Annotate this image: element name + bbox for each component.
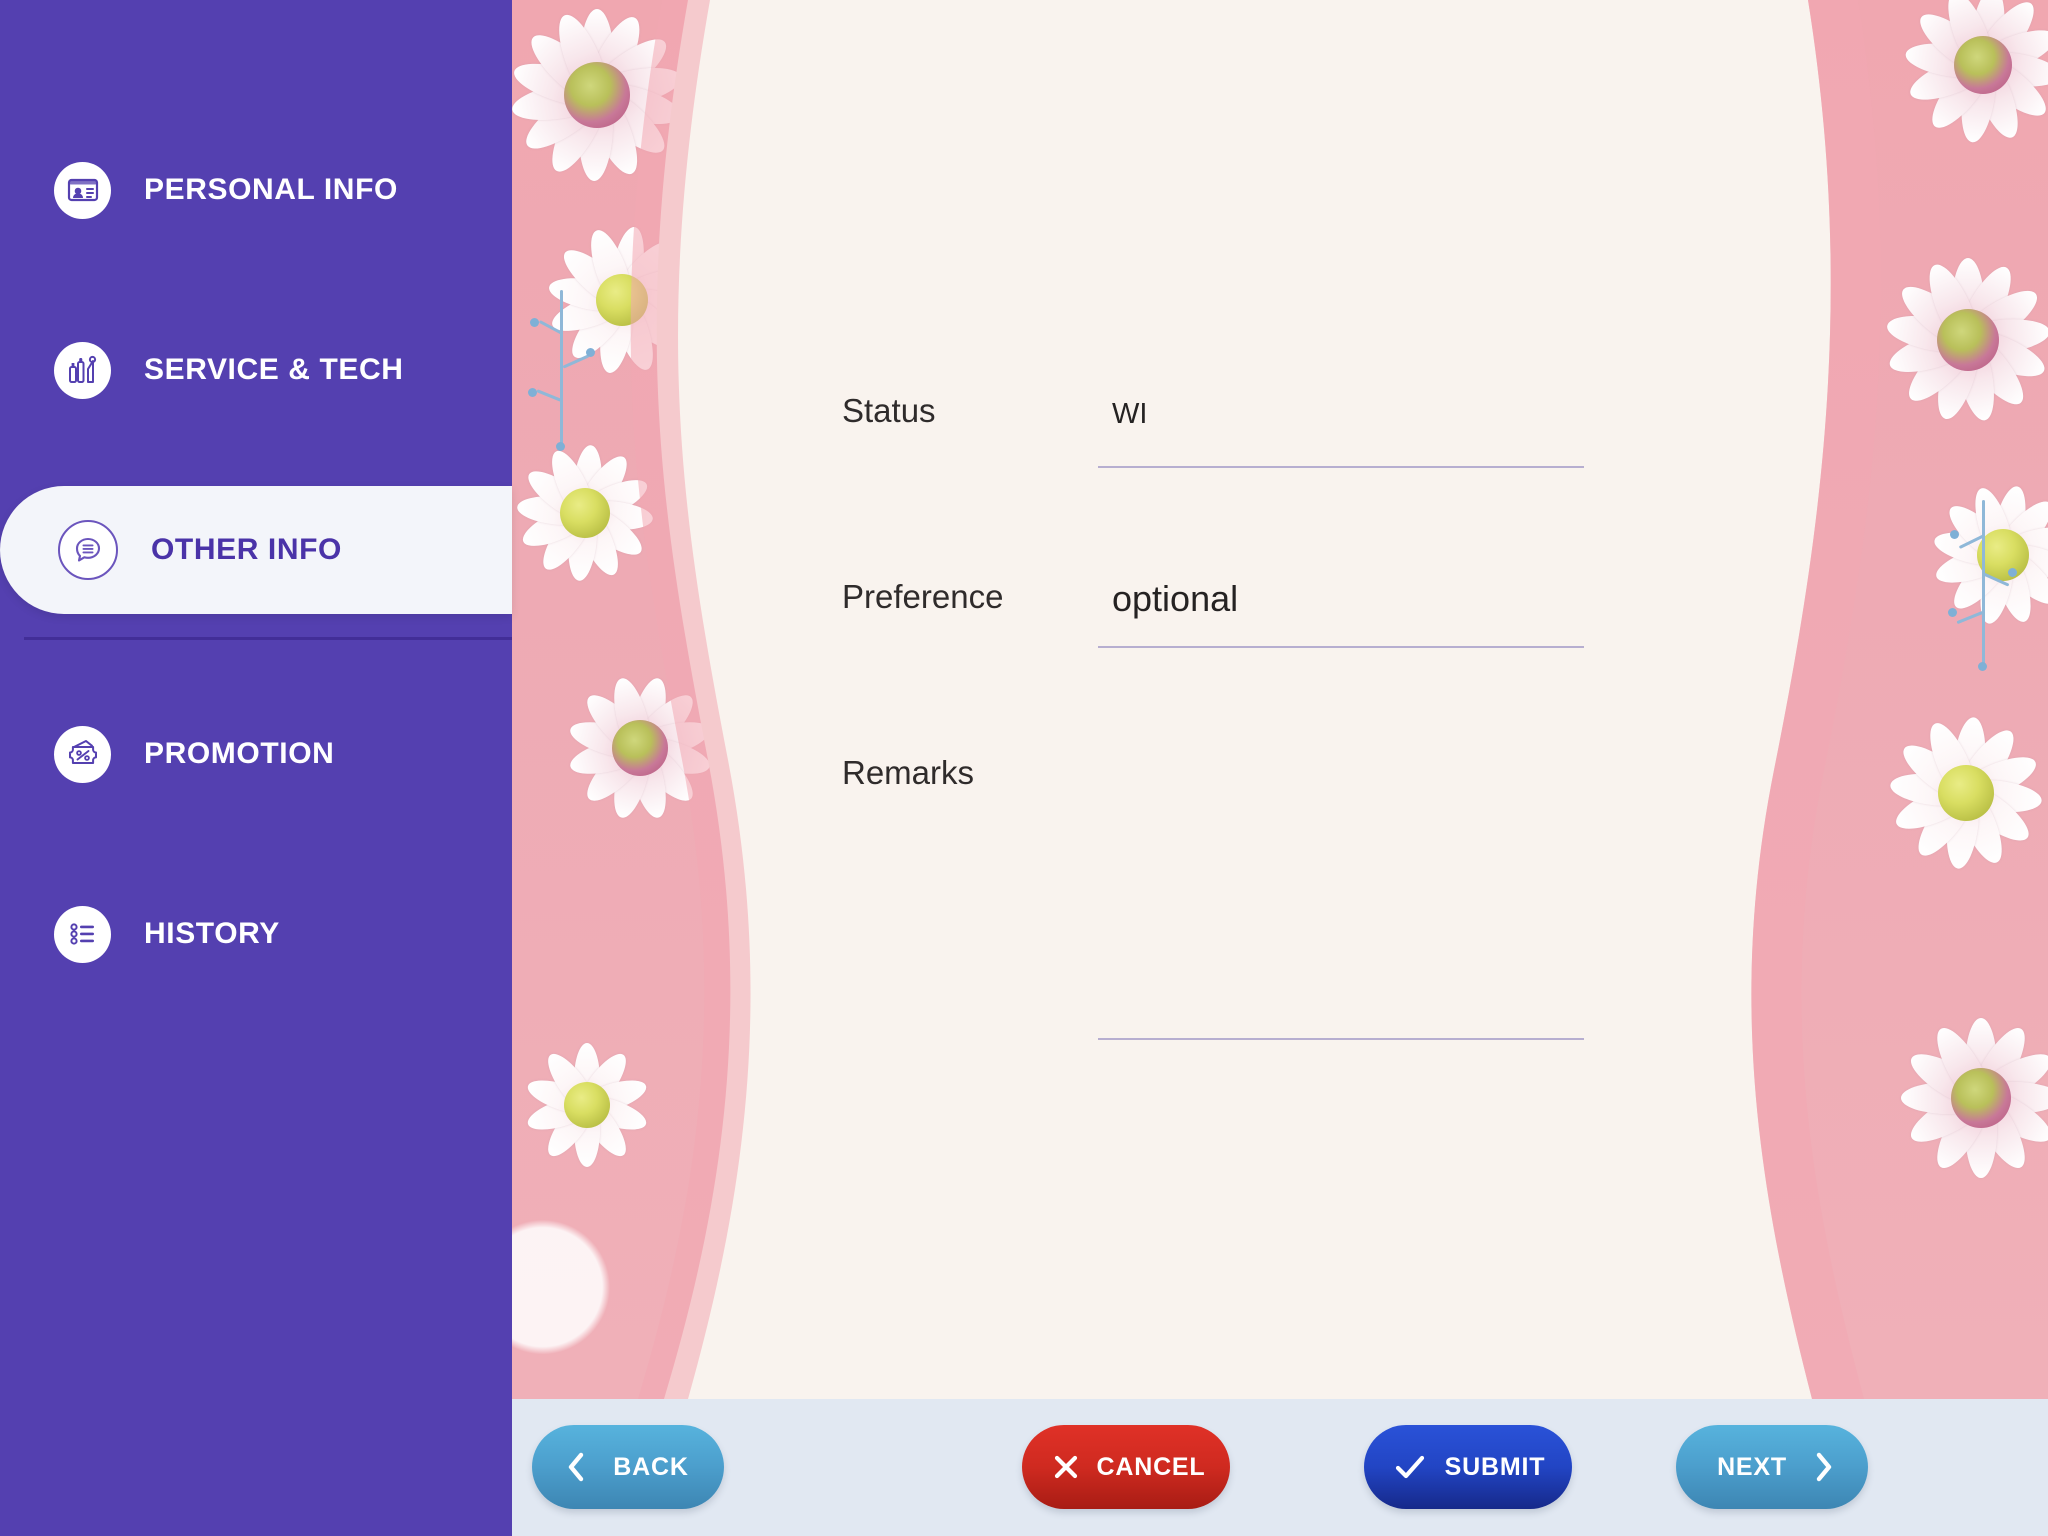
next-button-label: NEXT (1717, 1452, 1787, 1481)
id-card-icon (54, 161, 111, 219)
sidebar-item-service-tech[interactable]: SERVICE & TECH (0, 322, 512, 418)
sidebar: PERSONAL INFO SERVICE & TECH OTHER INFO … (0, 0, 512, 1536)
close-x-icon (1048, 1453, 1084, 1481)
chevron-left-icon (558, 1452, 594, 1482)
content-area: Status WI Preference optional Remarks (512, 0, 2048, 1399)
preference-input[interactable]: optional (1098, 566, 1584, 648)
speech-bubble-icon (58, 520, 118, 580)
preference-input-value: optional (1112, 578, 1239, 619)
other-info-form: Status WI Preference optional Remarks (512, 0, 2048, 1399)
sidebar-item-personal-info[interactable]: PERSONAL INFO (0, 142, 512, 238)
sidebar-item-label: HISTORY (144, 917, 280, 950)
check-icon (1390, 1453, 1430, 1481)
status-input[interactable]: WI (1098, 390, 1584, 468)
app-root: PERSONAL INFO SERVICE & TECH OTHER INFO … (0, 0, 2048, 1536)
remarks-textarea[interactable] (1098, 672, 1584, 1040)
chevron-right-icon (1806, 1452, 1842, 1482)
discount-ticket-icon (54, 725, 111, 783)
cosmetics-icon (54, 341, 111, 399)
field-label-status: Status (842, 392, 936, 429)
submit-button[interactable]: SUBMIT (1364, 1425, 1572, 1509)
sidebar-item-history[interactable]: HISTORY (0, 886, 512, 982)
sidebar-divider (24, 637, 512, 640)
status-input-value: WI (1112, 398, 1148, 430)
sidebar-item-label: PROMOTION (144, 737, 335, 770)
back-button-label: BACK (613, 1452, 689, 1481)
next-button[interactable]: NEXT (1676, 1425, 1868, 1509)
sidebar-item-promotion[interactable]: PROMOTION (0, 706, 512, 802)
sidebar-item-label: OTHER INFO (151, 533, 342, 566)
sidebar-item-label: SERVICE & TECH (144, 353, 404, 386)
footer-action-bar: BACK CANCEL SUBMIT NEXT (512, 1399, 2048, 1536)
sidebar-item-label: PERSONAL INFO (144, 173, 398, 206)
cancel-button-label: CANCEL (1096, 1452, 1206, 1481)
field-label-remarks: Remarks (842, 754, 975, 791)
submit-button-label: SUBMIT (1444, 1452, 1546, 1481)
back-button[interactable]: BACK (532, 1425, 724, 1509)
cancel-button[interactable]: CANCEL (1022, 1425, 1230, 1509)
field-label-preference: Preference (842, 578, 1004, 615)
sidebar-item-other-info[interactable]: OTHER INFO (0, 486, 512, 614)
sidebar-nav-list: PERSONAL INFO SERVICE & TECH OTHER INFO … (0, 0, 512, 1536)
list-icon (54, 905, 111, 963)
